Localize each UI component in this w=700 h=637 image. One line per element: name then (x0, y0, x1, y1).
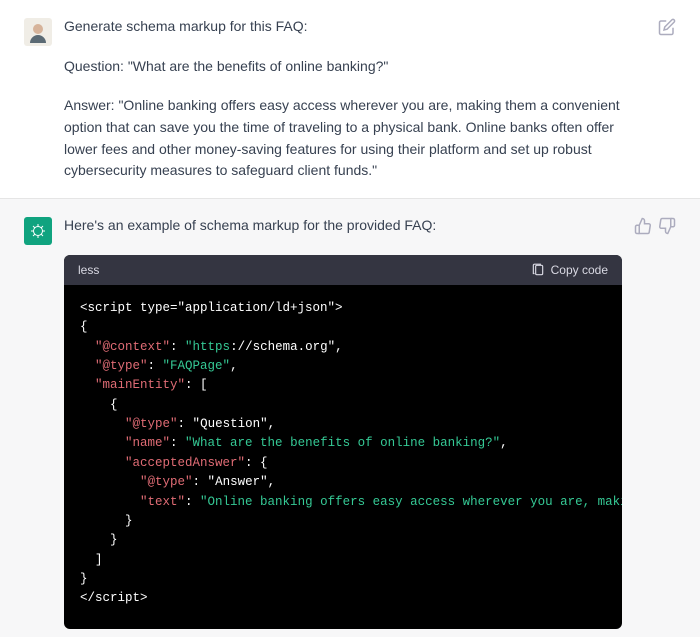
assistant-intro: Here's an example of schema markup for t… (64, 215, 622, 237)
user-message: Generate schema markup for this FAQ: Que… (0, 0, 700, 198)
user-text-line-1: Generate schema markup for this FAQ: (64, 16, 622, 38)
user-text-line-2: Question: "What are the benefits of onli… (64, 56, 622, 78)
avatar-column (24, 16, 64, 190)
copy-code-button[interactable]: Copy code (531, 263, 608, 277)
user-content: Generate schema markup for this FAQ: Que… (64, 16, 630, 190)
edit-icon[interactable] (658, 18, 676, 36)
assistant-avatar (24, 217, 52, 245)
assistant-content: Here's an example of schema markup for t… (64, 215, 630, 629)
copy-code-label: Copy code (551, 263, 608, 277)
user-actions (630, 16, 676, 190)
assistant-message: Here's an example of schema markup for t… (0, 198, 700, 637)
user-avatar (24, 18, 52, 46)
code-language-label: less (78, 263, 99, 277)
assistant-actions (630, 215, 676, 629)
code-block: less Copy code <script type="application… (64, 255, 622, 629)
clipboard-icon (531, 263, 545, 277)
user-text-line-3: Answer: "Online banking offers easy acce… (64, 95, 622, 182)
code-body: <script type="application/ld+json"> { "@… (64, 285, 622, 629)
thumbs-up-icon[interactable] (634, 217, 652, 235)
thumbs-down-icon[interactable] (658, 217, 676, 235)
code-header: less Copy code (64, 255, 622, 285)
avatar-column (24, 215, 64, 629)
